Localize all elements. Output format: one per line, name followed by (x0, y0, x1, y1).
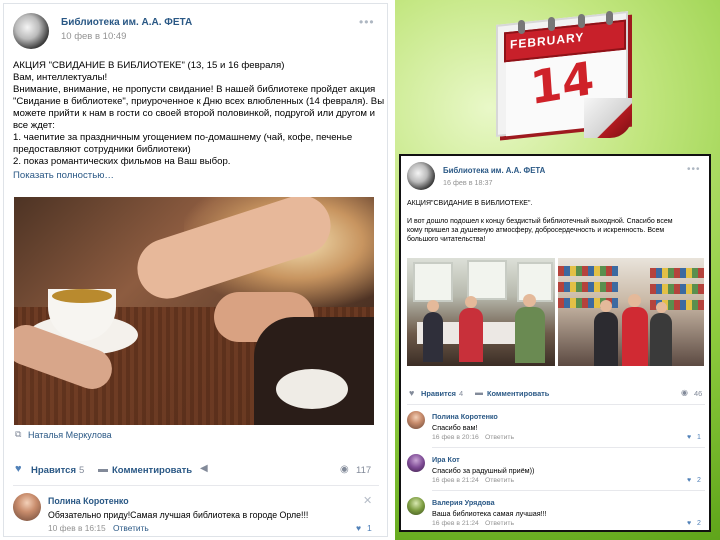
comment-divider (432, 447, 705, 448)
post-date[interactable]: 16 фев в 18:37 (443, 178, 493, 187)
commenter-avatar[interactable] (13, 493, 41, 521)
comment-icon[interactable]: ▬ (98, 464, 108, 475)
comment-date[interactable]: 16 фев в 21:24 (432, 520, 479, 527)
comment-like-count: 1 (367, 523, 372, 533)
author-name[interactable]: Библиотека им. А.А. ФЕТА (61, 17, 192, 28)
post-text-line: "Свидание в библиотеке", приуроченное к … (13, 96, 385, 107)
author-avatar[interactable] (13, 13, 49, 49)
share-icon[interactable]: ◀ (200, 463, 208, 474)
commenter-name[interactable]: Полина Коротенко (48, 496, 129, 506)
comment-like-count: 2 (697, 520, 701, 527)
commenter-avatar[interactable] (407, 497, 425, 515)
comment-text: Спасибо вам! (432, 423, 478, 432)
commenter-avatar[interactable] (407, 411, 425, 429)
post-text-line: кому пришел за душевную атмосферу, добро… (407, 227, 665, 234)
comment-date[interactable]: 10 фев в 16:15 (48, 523, 106, 533)
photo-author-link[interactable]: Наталья Меркулова (28, 430, 112, 440)
post-text-line: АКЦИЯ"СВИДАНИЕ В БИБЛИОТЕКЕ". (407, 200, 533, 207)
commenter-avatar[interactable] (407, 454, 425, 472)
comment-like-icon[interactable]: ♥ (356, 523, 361, 533)
views-count: 117 (356, 465, 372, 476)
like-button[interactable]: Нравится (421, 389, 456, 398)
post-photo-2[interactable] (558, 258, 704, 366)
like-heart-icon[interactable]: ♥ (15, 463, 22, 475)
commenter-name[interactable]: Полина Коротенко (432, 412, 498, 421)
post-text-line: все ждет: (13, 120, 55, 131)
post-text-line: 1. чаепитие за праздничным угощением по-… (13, 132, 353, 143)
post-photo-1[interactable] (407, 258, 555, 366)
comments-divider (407, 404, 705, 405)
comment-like-icon[interactable]: ♥ (687, 434, 691, 441)
author-name[interactable]: Библиотека им. А.А. ФЕТА (443, 166, 545, 175)
show-more-link[interactable]: Показать полностью… (13, 170, 114, 181)
post-text-line: большого читательства! (407, 236, 486, 243)
views-count: 46 (694, 389, 703, 398)
post-date[interactable]: 10 фев в 10:49 (61, 31, 126, 42)
post-right: Библиотека им. А.А. ФЕТА 16 фев в 18:37 … (399, 154, 711, 532)
close-comment-icon[interactable]: ✕ (363, 494, 372, 507)
post-left: Библиотека им. А.А. ФЕТА 10 фев в 10:49 … (3, 3, 388, 537)
comment-divider (432, 490, 705, 491)
post-text-line: Внимание, внимание, не пропусти свидание… (13, 84, 376, 95)
views-eye-icon: ◉ (340, 464, 349, 475)
comment-text: Ваша библиотека самая лучшая!!! (432, 509, 547, 518)
calendar-illustration: FEBRUARY 14 (488, 8, 638, 138)
post-text-line: И вот дошло подошел к концу бездистый би… (407, 218, 673, 225)
comment-date[interactable]: 16 фев в 21:24 (432, 477, 479, 484)
author-avatar[interactable] (407, 162, 435, 190)
photo-author-icon: ⧉ (15, 429, 22, 439)
comment-reply-link[interactable]: Ответить (485, 477, 514, 484)
comment-text: Спасибо за радушный приём)) (432, 466, 535, 475)
views-eye-icon: ◉ (681, 388, 688, 397)
post-text-line: 2. показ романтических фильмов на Ваш вы… (13, 156, 231, 167)
commenter-name[interactable]: Валерия Урядова (432, 498, 495, 507)
more-options-icon[interactable]: ••• (359, 15, 375, 29)
post-text-line: можете прийти к нам в гости со своей вто… (13, 108, 376, 119)
like-count: 4 (459, 389, 464, 398)
post-text-line: АКЦИЯ "СВИДАНИЕ В БИБЛИОТЕКЕ" (13, 15 и … (13, 60, 285, 71)
like-count: 5 (79, 465, 85, 476)
post-text-line: Вам, интеллектуалы! (13, 72, 108, 83)
comment-icon[interactable]: ▬ (475, 388, 483, 397)
comment-button[interactable]: Комментировать (487, 389, 549, 398)
comment-like-count: 2 (697, 477, 701, 484)
comment-reply-link[interactable]: Ответить (485, 434, 514, 441)
comment-text: Обязательно приду!Самая лучшая библиотек… (48, 510, 309, 520)
comments-divider (13, 485, 379, 486)
post-photo[interactable] (14, 197, 374, 425)
like-heart-icon[interactable]: ♥ (409, 388, 414, 398)
commenter-name[interactable]: Ира Кот (432, 455, 460, 464)
comment-date[interactable]: 16 фев в 20:16 (432, 434, 479, 441)
comment-reply-link[interactable]: Ответить (485, 520, 514, 527)
comment-like-icon[interactable]: ♥ (687, 477, 691, 484)
comment-like-icon[interactable]: ♥ (687, 520, 691, 527)
comment-button[interactable]: Комментировать (112, 465, 192, 476)
comment-like-count: 1 (697, 434, 701, 441)
post-text-line: предоставляют сотрудники библиотеки) (13, 144, 191, 155)
like-button[interactable]: Нравится (31, 465, 76, 476)
comment-reply-link[interactable]: Ответить (113, 523, 149, 533)
more-options-icon[interactable]: ••• (687, 164, 701, 175)
